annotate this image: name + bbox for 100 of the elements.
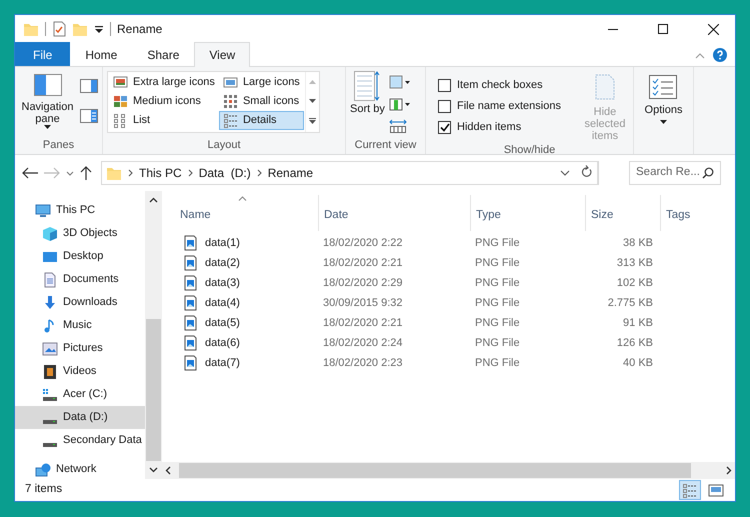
image-file-icon	[184, 355, 197, 371]
dropdown-icon[interactable]	[560, 169, 570, 177]
sort-by-button[interactable]: Sort by	[350, 71, 385, 137]
checklist-icon[interactable]	[52, 21, 66, 37]
breadcrumb-item[interactable]: This PC	[139, 164, 182, 182]
details-view-button[interactable]	[679, 480, 701, 500]
size-cell-text: 126 KB	[616, 336, 654, 351]
nav-item[interactable]: Pictures	[15, 337, 145, 360]
navigation-pane-icon	[34, 74, 62, 96]
expand-icon[interactable]	[308, 118, 316, 124]
ribbon-tab[interactable]: Home	[70, 42, 132, 66]
close-icon[interactable]	[708, 24, 718, 34]
scroll-down-icon[interactable]	[149, 467, 158, 473]
navigation-pane-button[interactable]: Navigation pane	[19, 71, 76, 137]
nav-item[interactable]: Secondary Data	[15, 429, 145, 452]
date-cell-text: 18/02/2020 2:22	[322, 236, 404, 251]
column-header[interactable]: Type	[470, 195, 585, 231]
size-cell-text: 91 KB	[622, 316, 654, 331]
file-name-cell[interactable]: data(7)	[170, 354, 318, 372]
nav-item[interactable]: Videos	[15, 360, 145, 383]
nav-item[interactable]: Downloads	[15, 291, 145, 314]
group-label: Current view	[354, 138, 418, 153]
ribbon-tab[interactable]: Share	[132, 42, 194, 66]
layout-option[interactable]: Details	[218, 111, 304, 130]
minimize-icon[interactable]	[608, 28, 618, 30]
scroll-down-icon[interactable]	[308, 98, 316, 103]
back-icon[interactable]	[21, 166, 39, 180]
date-cell-text: 18/02/2020 2:21	[322, 316, 404, 331]
layout-option[interactable]: Extra large icons	[109, 73, 219, 92]
column-header[interactable]: Name	[170, 195, 318, 231]
size-cell-text: 38 KB	[622, 236, 654, 251]
type-cell-text: PNG File	[474, 336, 521, 351]
nav-item[interactable]: Music	[15, 314, 145, 337]
list-icon	[222, 113, 238, 128]
film-icon	[42, 364, 58, 380]
size-columns-icon[interactable]	[388, 119, 407, 134]
image-file-icon	[184, 335, 197, 351]
help-icon[interactable]	[713, 48, 727, 62]
chevron-icon	[188, 169, 193, 177]
drive-icon	[42, 386, 58, 402]
dropdown-icon[interactable]	[94, 24, 104, 34]
layout-option[interactable]: Small icons	[218, 92, 304, 111]
nav-item[interactable]: Acer (C:)	[15, 383, 145, 406]
document-icon	[42, 272, 58, 288]
checkbox[interactable]	[438, 100, 451, 113]
file-name-cell[interactable]: data(4)	[170, 294, 318, 312]
chevron-icon	[128, 169, 133, 177]
checkbox-option[interactable]: File name extensions	[438, 96, 561, 117]
scroll-up-icon[interactable]	[149, 197, 158, 203]
nav-item[interactable]: This PC	[15, 199, 145, 222]
column-header[interactable]: Size	[585, 195, 660, 231]
maximize-icon[interactable]	[658, 24, 668, 34]
file-menu-button[interactable]: File	[15, 42, 70, 66]
list-icon	[682, 482, 698, 498]
collapse-ribbon-icon[interactable]	[695, 52, 705, 58]
preview-pane-icon[interactable]	[80, 79, 98, 93]
horizontal-scrollbar[interactable]	[162, 462, 735, 479]
thumbnail-icon	[113, 75, 128, 90]
file-name-cell[interactable]: data(2)	[170, 254, 318, 272]
size-cell-text: 313 KB	[616, 256, 654, 271]
group-by-icon[interactable]	[388, 75, 411, 89]
options-icon	[649, 75, 678, 99]
add-columns-icon[interactable]	[388, 97, 411, 111]
size-cell-text: 102 KB	[616, 276, 654, 291]
layout-option[interactable]: Medium icons	[109, 92, 219, 111]
nav-item[interactable]: Network	[15, 458, 145, 479]
item-count: 7 items	[25, 482, 62, 498]
group-label: Show/hide	[502, 143, 556, 158]
checkbox-option[interactable]: Item check boxes	[438, 75, 561, 96]
type-cell-text: PNG File	[474, 316, 521, 331]
checkbox-option[interactable]: Hidden items	[438, 117, 561, 138]
nav-item[interactable]: Data (D:)	[15, 406, 145, 429]
options-button[interactable]: Options	[644, 75, 682, 154]
column-header[interactable]: Tags	[660, 195, 730, 231]
vertical-scrollbar[interactable]	[145, 191, 162, 479]
thumbnail-icon	[708, 482, 724, 498]
layout-option[interactable]: Large icons	[218, 73, 304, 92]
file-name-cell[interactable]: data(3)	[170, 274, 318, 292]
date-cell-text: 18/02/2020 2:23	[322, 356, 404, 371]
ribbon-tab[interactable]: View	[194, 42, 250, 67]
search-field[interactable]: Search Re...	[629, 161, 721, 185]
checkbox[interactable]	[438, 79, 451, 92]
up-icon[interactable]	[79, 165, 93, 181]
column-header[interactable]: Date	[318, 195, 470, 231]
image-file-icon	[184, 315, 197, 331]
nav-item[interactable]: 3D Objects	[15, 222, 145, 245]
nav-item[interactable]: Documents	[15, 268, 145, 291]
caret-icon	[660, 120, 667, 124]
file-name-cell[interactable]: data(1)	[170, 234, 318, 252]
checkbox[interactable]	[438, 121, 451, 134]
file-name-cell[interactable]: data(5)	[170, 314, 318, 332]
details-pane-icon[interactable]	[80, 109, 98, 123]
layout-option[interactable]: List	[109, 111, 219, 130]
thumbnail-icon	[222, 94, 238, 109]
file-name-cell[interactable]: data(6)	[170, 334, 318, 352]
nav-item[interactable]: Desktop	[15, 245, 145, 268]
breadcrumb-item[interactable]: Rename	[268, 164, 314, 182]
breadcrumb-item[interactable]: Data (D:)	[198, 164, 251, 182]
computer-icon	[35, 202, 51, 218]
address-bar[interactable]: This PC Data (D:) Rename	[101, 161, 599, 185]
